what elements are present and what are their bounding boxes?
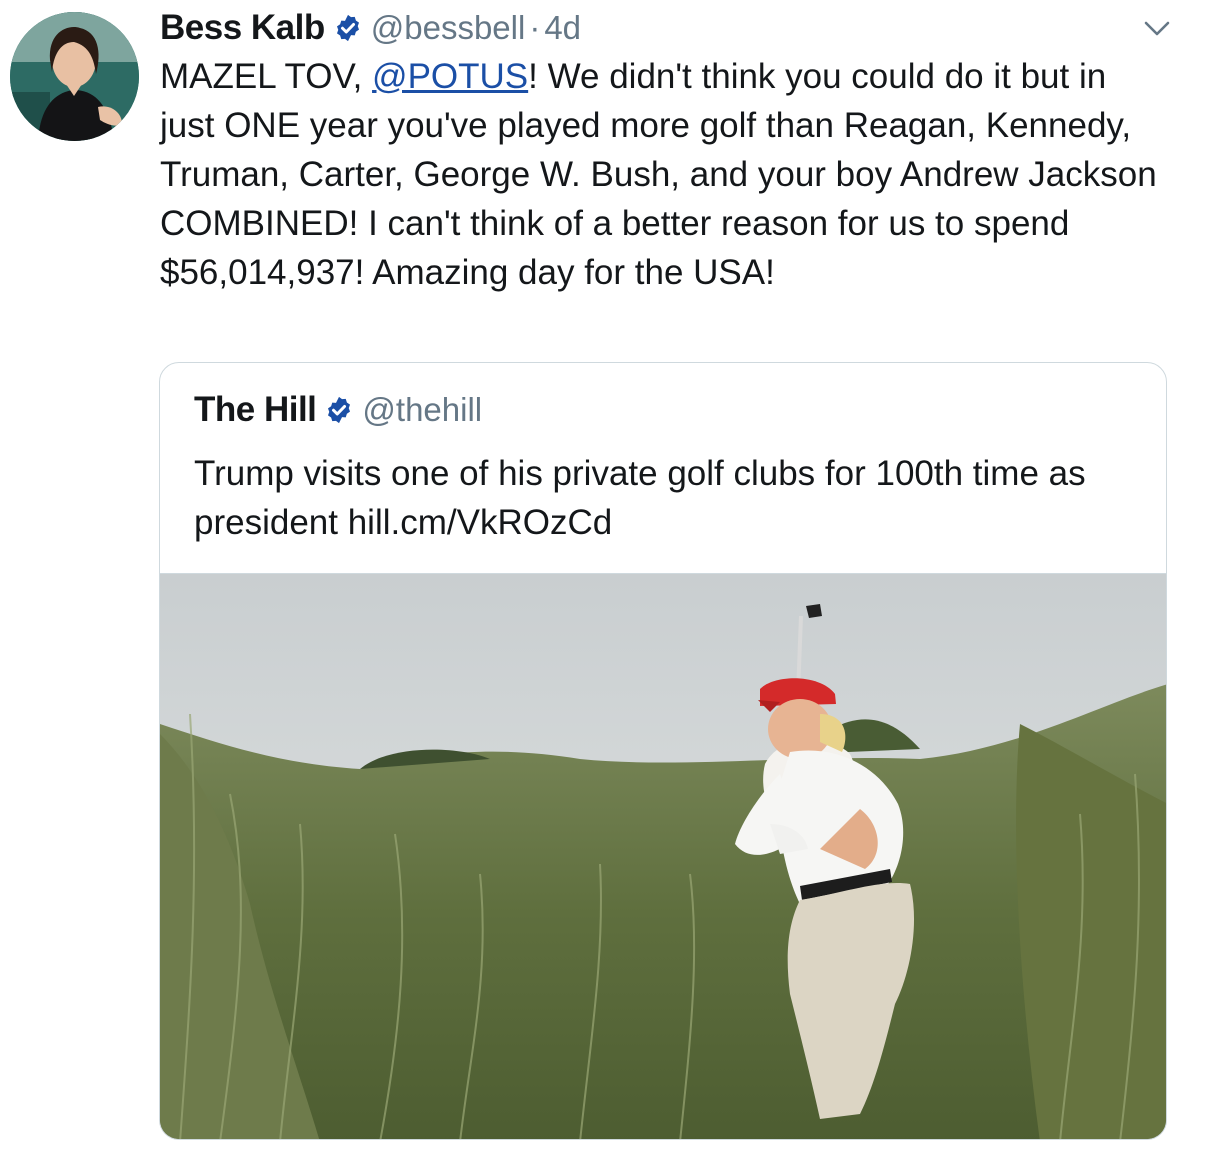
separator-dot: · [529, 9, 541, 46]
verified-badge-icon [333, 13, 363, 43]
avatar[interactable] [10, 12, 139, 141]
author-handle[interactable]: @bessbell [371, 9, 526, 47]
mention-link[interactable]: @POTUS [372, 57, 528, 96]
quoted-tweet[interactable]: The Hill @thehill Trump visits one of hi… [159, 362, 1167, 1140]
avatar-photo [10, 12, 139, 141]
tweet-header: Bess Kalb @bessbell · 4d [160, 6, 581, 50]
quoted-author-handle: @thehill [362, 391, 483, 428]
tweet-text: MAZEL TOV, @POTUS! We didn't think you c… [160, 52, 1170, 297]
golf-photo[interactable] [160, 573, 1166, 1139]
tweet[interactable]: Bess Kalb @bessbell · 4d MAZEL TOV, @POT… [0, 0, 1209, 1159]
author-name[interactable]: Bess Kalb [160, 8, 325, 48]
quoted-author-name: The Hill [194, 390, 317, 429]
quoted-tweet-text: Trump visits one of his private golf clu… [194, 454, 1086, 542]
timestamp[interactable]: 4d [544, 9, 581, 47]
verified-badge-icon [324, 395, 354, 425]
chevron-down-icon[interactable] [1142, 14, 1172, 44]
quoted-tweet-header: The Hill @thehill [194, 389, 482, 431]
tweet-text-start: MAZEL TOV, [160, 57, 373, 96]
